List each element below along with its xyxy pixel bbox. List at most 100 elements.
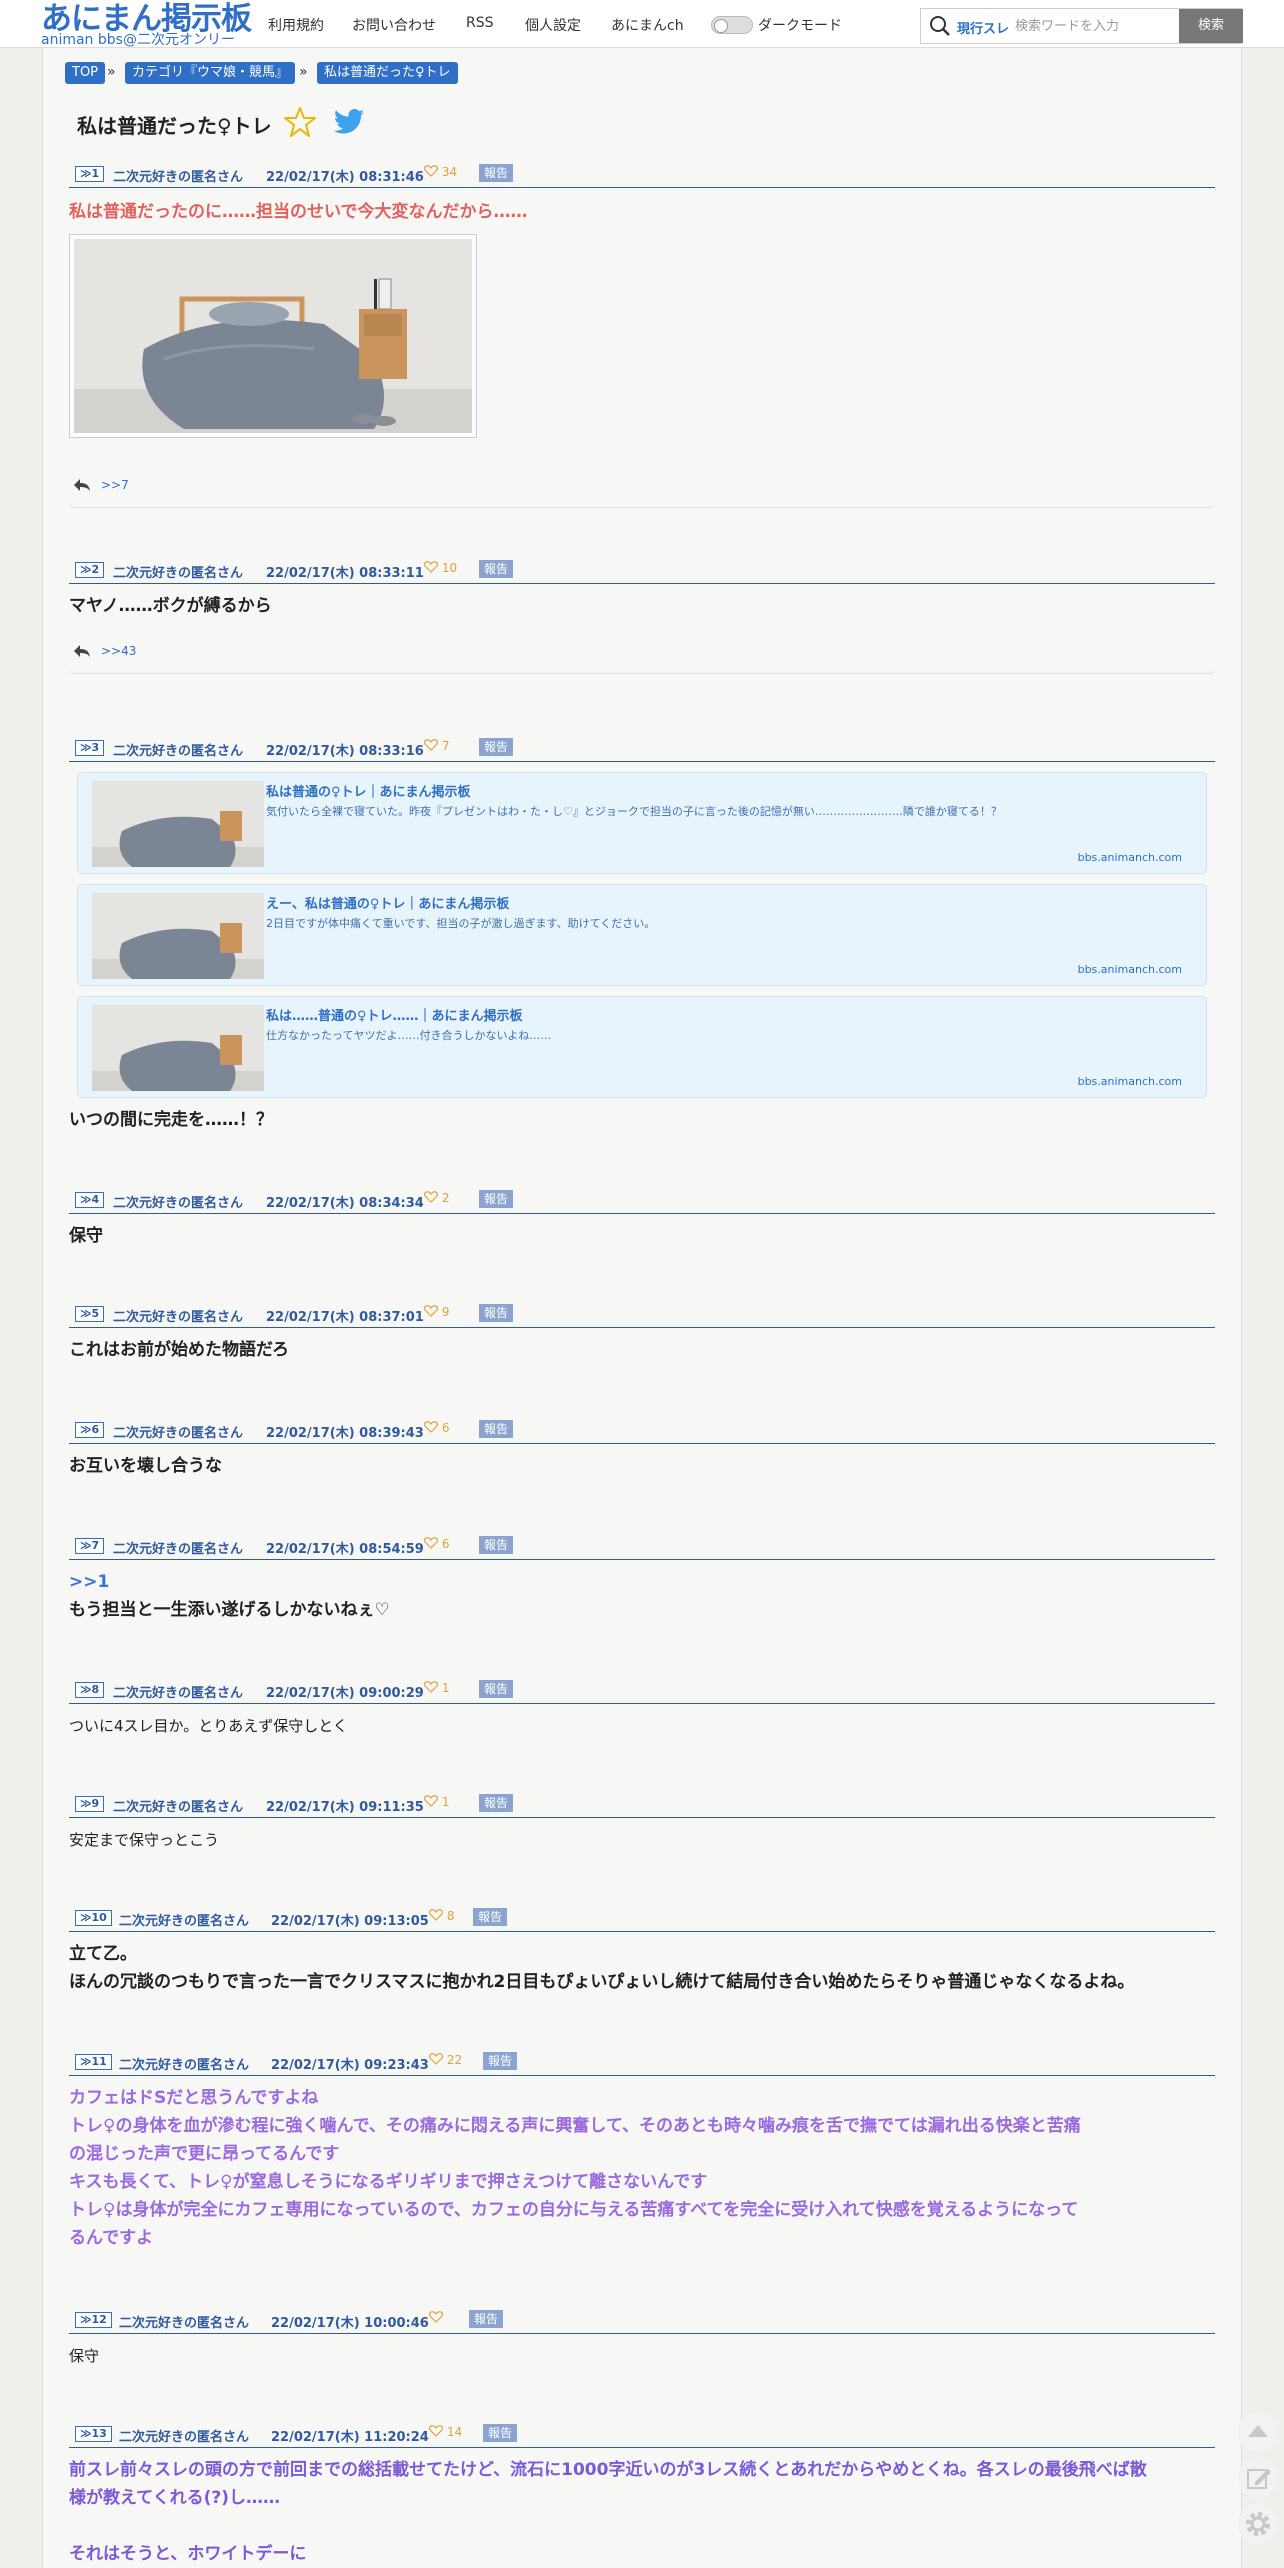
like-button[interactable]: 22 <box>429 2053 462 2067</box>
post-number[interactable]: ≫5 <box>75 1306 105 1322</box>
bed-photo <box>74 239 472 433</box>
search-input[interactable] <box>1015 10 1155 42</box>
like-button[interactable]: 34 <box>424 165 457 179</box>
post-number[interactable]: ≫6 <box>75 1422 105 1438</box>
post-number[interactable]: ≫12 <box>75 2312 112 2328</box>
twitter-share-icon[interactable] <box>333 108 365 136</box>
post-body: カフェはドSだと思うんですよね トレ♀の身体を血が滲む程に強く噛んで、その痛みに… <box>69 2084 1215 2252</box>
report-button[interactable]: 報告 <box>483 2424 518 2442</box>
report-button[interactable]: 報告 <box>469 2310 504 2328</box>
link-card[interactable]: 私は普通の♀トレ｜あにまん掲示板 気付いたら全裸で寝ていた。昨夜『プレゼントはわ… <box>77 772 1207 874</box>
like-button[interactable]: 1 <box>424 1795 449 1809</box>
like-count: 22 <box>446 2053 463 2067</box>
poster-name: 二次元好きの匿名さん <box>113 1310 244 1325</box>
post-number[interactable]: ≫11 <box>75 2054 112 2070</box>
post-number[interactable]: ≫13 <box>75 2426 112 2442</box>
post-number[interactable]: ≫2 <box>75 562 105 578</box>
like-count: 10 <box>441 561 458 575</box>
anchor-link[interactable]: >>1 <box>69 1568 1215 1596</box>
report-button[interactable]: 報告 <box>479 1420 514 1438</box>
post-number[interactable]: ≫1 <box>75 166 105 182</box>
like-count: 6 <box>441 1537 450 1551</box>
write-post-button[interactable] <box>1238 2458 1278 2498</box>
breadcrumb-category[interactable]: カテゴリ『ウマ娘・競馬』 <box>125 62 296 84</box>
like-button[interactable]: 14 <box>429 2425 462 2439</box>
report-button[interactable]: 報告 <box>479 1190 514 1208</box>
search-scope-select[interactable]: 現行スレ <box>957 18 1009 37</box>
report-button[interactable]: 報告 <box>479 164 514 182</box>
dark-mode-toggle[interactable] <box>711 16 753 34</box>
like-button[interactable]: 9 <box>424 1305 449 1319</box>
arrow-up-icon <box>1248 2425 1268 2437</box>
report-button[interactable]: 報告 <box>479 1680 514 1698</box>
post-number[interactable]: ≫4 <box>75 1192 105 1208</box>
nav-animanch[interactable]: あにまんch <box>611 15 684 35</box>
favorite-star-icon[interactable] <box>283 106 317 138</box>
reply-link[interactable]: >>7 <box>101 478 129 492</box>
breadcrumb-top[interactable]: TOP <box>65 62 106 84</box>
heart-icon <box>424 561 438 573</box>
post-divider <box>69 668 1215 674</box>
poster-name: 二次元好きの匿名さん <box>113 566 244 581</box>
post-date: 22/02/17(木) 08:54:59 <box>266 1542 424 1557</box>
post-image[interactable] <box>69 234 477 438</box>
link-card-site: bbs.animanch.com <box>1077 963 1182 976</box>
like-count: 6 <box>441 1421 450 1435</box>
heart-icon <box>424 1191 438 1203</box>
post-body: 立て乙。 ほんの冗談のつもりで言った一言でクリスマスに抱かれ2日目もぴょいぴょい… <box>69 1940 1215 1996</box>
like-button[interactable] <box>429 2311 443 2325</box>
post-date: 22/02/17(木) 11:20:24 <box>271 2430 429 2445</box>
like-button[interactable]: 8 <box>429 1909 454 1923</box>
like-button[interactable]: 7 <box>424 739 449 753</box>
heart-icon <box>429 2425 443 2437</box>
breadcrumb-thread[interactable]: 私は普通だった♀トレ <box>317 62 458 84</box>
post-date: 22/02/17(木) 08:33:16 <box>266 744 424 759</box>
site-logo[interactable]: あにまん掲示板 animan bbs@二次元オンリー <box>41 2 252 47</box>
report-button[interactable]: 報告 <box>483 2052 518 2070</box>
nav-rss[interactable]: RSS <box>466 15 494 31</box>
post-number[interactable]: ≫3 <box>75 740 105 756</box>
post-number[interactable]: ≫10 <box>75 1910 112 1926</box>
post-number[interactable]: ≫9 <box>75 1796 105 1812</box>
like-count: 9 <box>441 1305 450 1319</box>
post-date: 22/02/17(木) 09:00:29 <box>266 1686 424 1701</box>
reply-link[interactable]: >>43 <box>101 644 136 658</box>
post-line: 様が教えてくれる(?)し…… <box>69 2488 281 2508</box>
reply-arrow-icon <box>74 645 90 657</box>
report-button[interactable]: 報告 <box>479 1794 514 1812</box>
nav-terms[interactable]: 利用規約 <box>268 15 324 35</box>
poster-name: 二次元好きの匿名さん <box>119 1914 250 1929</box>
like-button[interactable]: 10 <box>424 561 457 575</box>
like-count: 7 <box>441 739 450 753</box>
search-button[interactable]: 検索 <box>1179 9 1243 43</box>
post-line: これはお前が始めた物語だろ <box>69 1340 289 1360</box>
like-button[interactable]: 2 <box>424 1191 449 1205</box>
post-number[interactable]: ≫8 <box>75 1682 105 1698</box>
like-count: 8 <box>446 1909 455 1923</box>
poster-name: 二次元好きの匿名さん <box>113 1426 244 1441</box>
post-date: 22/02/17(木) 09:13:05 <box>271 1914 429 1929</box>
report-button[interactable]: 報告 <box>479 1536 514 1554</box>
like-button[interactable]: 6 <box>424 1421 449 1435</box>
link-card-site: bbs.animanch.com <box>1077 851 1182 864</box>
like-button[interactable]: 1 <box>424 1681 449 1695</box>
link-card[interactable]: 私は……普通の♀トレ……｜あにまん掲示板 仕方なかったってヤツだよ……付き合うし… <box>77 996 1207 1098</box>
poster-name: 二次元好きの匿名さん <box>119 2058 250 2073</box>
link-card-thumbnail <box>92 1005 264 1091</box>
post-header: ≫7 二次元好きの匿名さん 22/02/17(木) 08:54:59 6 報告 <box>69 1536 1215 1560</box>
like-button[interactable]: 6 <box>424 1537 449 1551</box>
nav-settings[interactable]: 個人設定 <box>525 15 581 35</box>
link-card[interactable]: えー、私は普通の♀トレ｜あにまん掲示板 2日目ですが体中痛くて重いです、担当の子… <box>77 884 1207 986</box>
post-header: ≫3 二次元好きの匿名さん 22/02/17(木) 08:33:16 7 報告 <box>69 738 1215 762</box>
post-number[interactable]: ≫7 <box>75 1538 105 1554</box>
report-button[interactable]: 報告 <box>479 560 514 578</box>
nav-contact[interactable]: お問い合わせ <box>352 15 436 35</box>
post-body: マヤノ……ボクが縛るから <box>69 592 1215 620</box>
scroll-top-button[interactable] <box>1238 2412 1278 2452</box>
report-button[interactable]: 報告 <box>479 1304 514 1322</box>
settings-button[interactable] <box>1238 2504 1278 2544</box>
post: ≫5 二次元好きの匿名さん 22/02/17(木) 08:37:01 9 報告 … <box>69 1304 1215 1364</box>
like-count: 34 <box>441 165 458 179</box>
report-button[interactable]: 報告 <box>473 1908 508 1926</box>
report-button[interactable]: 報告 <box>479 738 514 756</box>
